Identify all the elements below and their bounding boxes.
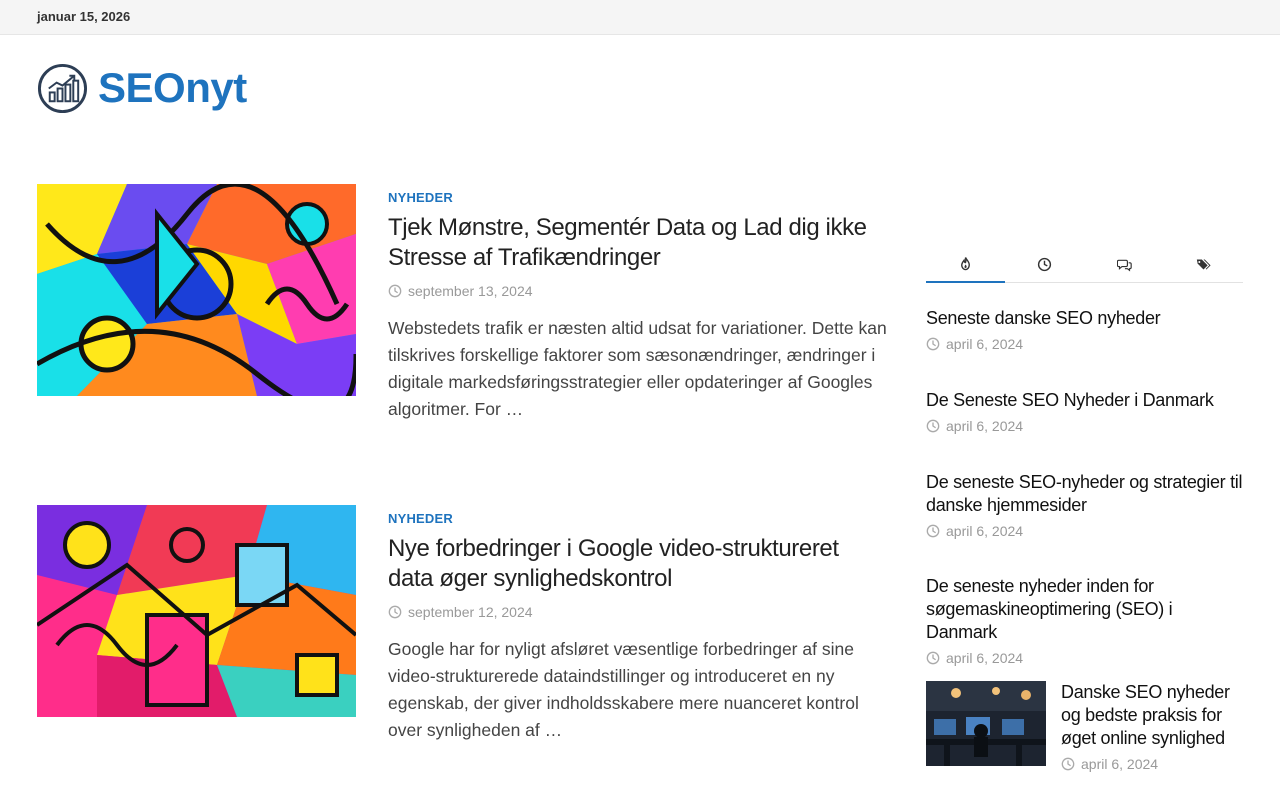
clock-icon <box>1061 757 1075 771</box>
post-card: NYHEDER Tjek Mønstre, Segmentér Data og … <box>37 184 887 444</box>
tab-popular[interactable] <box>926 245 1006 283</box>
sidebar-post-meta: april 6, 2024 <box>926 418 1243 434</box>
post-content: NYHEDER Tjek Mønstre, Segmentér Data og … <box>388 184 888 423</box>
site-title-link[interactable]: SEOnyt <box>98 67 247 109</box>
sidebar-post-title-link[interactable]: De seneste nyheder inden for søgemaskine… <box>926 575 1243 644</box>
sidebar-post-title-link[interactable]: De seneste SEO-nyheder og strategier til… <box>926 471 1243 517</box>
clock-icon <box>926 651 940 665</box>
sidebar-post-title-link[interactable]: De Seneste SEO Nyheder i Danmark <box>926 389 1243 412</box>
clock-icon <box>926 419 940 433</box>
clock-icon <box>388 284 402 298</box>
sidebar-post-date-link[interactable]: april 6, 2024 <box>946 523 1023 539</box>
clock-icon <box>926 524 940 538</box>
post-meta: september 12, 2024 <box>388 604 888 620</box>
sidebar-post-title-link[interactable]: Seneste danske SEO nyheder <box>926 307 1243 330</box>
post-category-link[interactable]: NYHEDER <box>388 190 453 205</box>
post-title-link[interactable]: Tjek Mønstre, Segmentér Data og Lad dig … <box>388 213 888 273</box>
sidebar-post: De seneste SEO-nyheder og strategier til… <box>926 471 1243 539</box>
post-thumbnail-image <box>37 184 356 396</box>
sidebar-post-date-link[interactable]: april 6, 2024 <box>946 650 1023 666</box>
clock-icon <box>388 605 402 619</box>
sidebar-post: Danske SEO nyheder og bedste praksis for… <box>926 681 1243 781</box>
post-category-link[interactable]: NYHEDER <box>388 511 453 526</box>
post-meta: september 13, 2024 <box>388 283 888 299</box>
clock-icon <box>926 337 940 351</box>
post-date-link[interactable]: september 12, 2024 <box>408 604 533 620</box>
top-bar: januar 15, 2026 <box>0 0 1280 35</box>
sidebar-tabbed-widget: Seneste danske SEO nyheder april 6, 2024… <box>926 245 1243 772</box>
post-thumbnail-link[interactable] <box>37 184 356 396</box>
tags-icon <box>1196 259 1211 269</box>
tab-tags[interactable] <box>1164 245 1243 283</box>
sidebar-post-thumbnail-link[interactable] <box>926 681 1046 766</box>
clock-icon <box>1038 257 1052 271</box>
sidebar-post-date-link[interactable]: april 6, 2024 <box>946 418 1023 434</box>
current-date: januar 15, 2026 <box>37 9 131 24</box>
sidebar-post-meta: april 6, 2024 <box>926 523 1243 539</box>
tab-recent[interactable] <box>1005 245 1084 283</box>
post-excerpt: Webstedets trafik er næsten altid udsat … <box>388 318 887 419</box>
sidebar-post-body: Danske SEO nyheder og bedste praksis for… <box>1061 681 1243 772</box>
post-excerpt: Google har for nyligt afsløret væsentlig… <box>388 639 859 740</box>
post-content: NYHEDER Nye forbedringer i Google video-… <box>388 505 888 744</box>
flame-icon <box>961 256 971 270</box>
sidebar-post: Seneste danske SEO nyheder april 6, 2024 <box>926 307 1243 352</box>
sidebar-post-title-link[interactable]: Danske SEO nyheder og bedste praksis for… <box>1061 681 1243 750</box>
post-title-link[interactable]: Nye forbedringer i Google video-struktur… <box>388 534 888 594</box>
sidebar-post: De Seneste SEO Nyheder i Danmark april 6… <box>926 389 1243 434</box>
sidebar-post-meta: april 6, 2024 <box>926 650 1243 666</box>
sidebar-post-meta: april 6, 2024 <box>926 336 1243 352</box>
post-card: NYHEDER Nye forbedringer i Google video-… <box>37 505 887 765</box>
sidebar-post: De seneste nyheder inden for søgemaskine… <box>926 575 1243 666</box>
sidebar-post-thumbnail-image <box>926 681 1046 766</box>
sidebar-post-meta: april 6, 2024 <box>1061 756 1243 772</box>
sidebar-tabs <box>926 245 1243 283</box>
post-thumbnail-link[interactable] <box>37 505 356 717</box>
comments-icon <box>1116 259 1132 272</box>
chart-growth-icon[interactable] <box>37 63 88 114</box>
post-date-link[interactable]: september 13, 2024 <box>408 283 533 299</box>
post-thumbnail-image <box>37 505 356 717</box>
site-branding: SEOnyt <box>37 62 247 114</box>
sidebar-post-date-link[interactable]: april 6, 2024 <box>1081 756 1158 772</box>
tab-comments[interactable] <box>1085 245 1164 283</box>
sidebar-post-date-link[interactable]: april 6, 2024 <box>946 336 1023 352</box>
